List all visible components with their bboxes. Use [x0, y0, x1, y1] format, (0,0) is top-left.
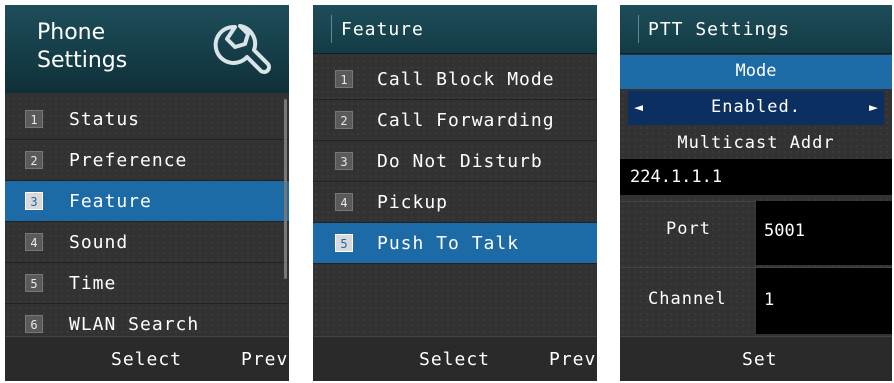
- menu-item-pickup[interactable]: 4 Pickup: [313, 182, 597, 223]
- feature-menu: 1 Call Block Mode 2 Call Forwarding 3 Do…: [313, 59, 597, 264]
- item-number: 5: [25, 274, 43, 292]
- item-number: 4: [25, 233, 43, 251]
- title-line-1: Phone: [37, 20, 106, 45]
- ptt-settings-screen: PTT Settings Mode ◄ Enabled. ► Multicast…: [620, 5, 892, 381]
- item-label: Preference: [69, 150, 188, 171]
- item-label: Sound: [69, 232, 129, 253]
- channel-label: Channel: [648, 289, 727, 309]
- port-field[interactable]: 5001: [756, 201, 892, 265]
- channel-field[interactable]: 1: [756, 268, 892, 334]
- menu-item-do-not-disturb[interactable]: 3 Do Not Disturb: [313, 141, 597, 182]
- multicast-addr-field[interactable]: 224.1.1.1: [620, 159, 892, 195]
- softkey-bar: Select Prev: [5, 336, 289, 381]
- item-label: Call Forwarding: [377, 110, 555, 131]
- item-number: 6: [25, 315, 43, 333]
- feature-screen: Feature 1 Call Block Mode 2 Call Forward…: [313, 5, 597, 381]
- item-label: Feature: [69, 191, 152, 212]
- feature-header: Feature: [313, 5, 597, 54]
- menu-item-call-block-mode[interactable]: 1 Call Block Mode: [313, 59, 597, 100]
- menu-item-time[interactable]: 5 Time: [5, 263, 289, 304]
- menu-item-preference[interactable]: 2 Preference: [5, 140, 289, 181]
- item-number: 1: [25, 110, 43, 128]
- multicast-addr-value: 224.1.1.1: [630, 167, 723, 187]
- item-number: 2: [335, 111, 353, 129]
- softkey-bar: Select Prev: [313, 336, 597, 381]
- menu-item-push-to-talk[interactable]: 5 Push To Talk: [313, 223, 597, 264]
- multicast-addr-label: Multicast Addr: [677, 133, 835, 153]
- menu-item-call-forwarding[interactable]: 2 Call Forwarding: [313, 100, 597, 141]
- header-divider: [638, 15, 639, 43]
- item-label: WLAN Search: [69, 314, 200, 335]
- item-number: 2: [25, 151, 43, 169]
- set-softkey[interactable]: Set: [742, 349, 778, 370]
- phone-settings-header: Phone Settings: [5, 5, 289, 93]
- mode-label: Mode: [735, 61, 777, 81]
- ptt-header: PTT Settings: [620, 5, 892, 54]
- channel-value: 1: [764, 290, 775, 310]
- item-label: Status: [69, 109, 141, 130]
- item-number: 1: [335, 70, 353, 88]
- item-label: Do Not Disturb: [377, 151, 543, 172]
- phone-settings-screen: Phone Settings 1 Status 2 Preference 3 F…: [5, 5, 289, 381]
- item-number: 5: [335, 234, 353, 252]
- page-title: Feature: [341, 19, 424, 40]
- header-divider: [331, 15, 332, 43]
- prev-softkey[interactable]: Prev: [549, 349, 596, 370]
- select-softkey[interactable]: Select: [419, 349, 490, 370]
- wrench-icon: [213, 24, 271, 74]
- item-number: 3: [25, 192, 43, 210]
- prev-softkey[interactable]: Prev: [241, 349, 288, 370]
- port-value: 5001: [764, 221, 805, 241]
- mode-value: Enabled.: [711, 97, 801, 117]
- page-title: Phone Settings: [37, 19, 127, 75]
- select-softkey[interactable]: Select: [111, 349, 182, 370]
- right-arrow-icon[interactable]: ►: [869, 98, 878, 116]
- item-label: Push To Talk: [377, 233, 520, 254]
- mode-selector[interactable]: ◄ Enabled. ►: [628, 91, 884, 125]
- item-number: 3: [335, 152, 353, 170]
- menu-item-feature[interactable]: 3 Feature: [5, 181, 289, 222]
- menu-item-status[interactable]: 1 Status: [5, 99, 289, 140]
- mode-label-bar: Mode: [620, 55, 892, 89]
- item-number: 4: [335, 193, 353, 211]
- scrollbar[interactable]: [284, 99, 287, 279]
- softkey-bar: Set: [620, 336, 892, 381]
- port-label: Port: [666, 219, 711, 239]
- item-label: Pickup: [377, 192, 449, 213]
- page-title: PTT Settings: [648, 19, 791, 40]
- settings-menu: 1 Status 2 Preference 3 Feature 4 Sound …: [5, 99, 289, 345]
- item-label: Call Block Mode: [377, 69, 555, 90]
- menu-item-sound[interactable]: 4 Sound: [5, 222, 289, 263]
- item-label: Time: [69, 273, 117, 294]
- title-line-2: Settings: [37, 48, 128, 73]
